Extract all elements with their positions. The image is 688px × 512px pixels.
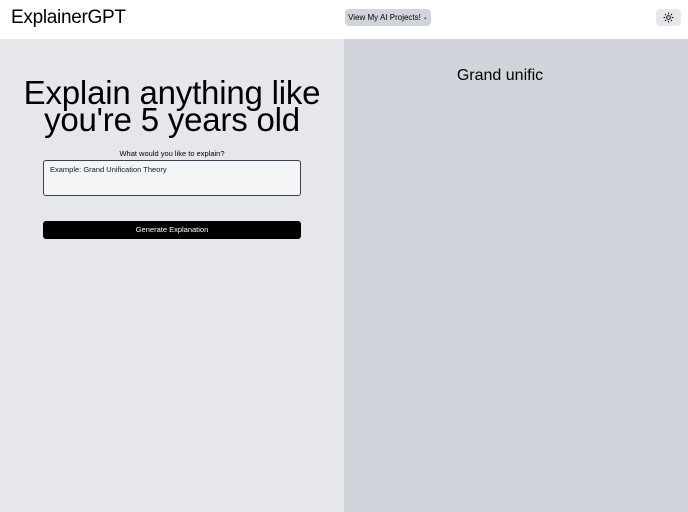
- hero-heading: Explain anything like you're 5 years old: [0, 76, 344, 138]
- prompt-label: What would you like to explain?: [119, 149, 225, 158]
- topic-input[interactable]: [43, 160, 301, 196]
- sun-icon: [663, 12, 674, 23]
- view-projects-label: View My AI Projects!: [348, 13, 421, 22]
- top-header: ExplainerGPT View My AI Projects! ⌄: [0, 0, 688, 39]
- hero-line-2: you're 5 years old: [44, 101, 300, 138]
- theme-toggle-button[interactable]: [656, 9, 681, 26]
- generate-explanation-button[interactable]: Generate Explanation: [43, 221, 301, 239]
- result-panel: Grand unific: [344, 39, 688, 512]
- result-title: Grand unific: [456, 67, 544, 84]
- input-panel: Explain anything like you're 5 years old…: [0, 39, 344, 512]
- app-logo[interactable]: ExplainerGPT: [11, 7, 126, 29]
- view-projects-button[interactable]: View My AI Projects! ⌄: [345, 9, 431, 26]
- chevron-down-icon: ⌄: [422, 15, 428, 21]
